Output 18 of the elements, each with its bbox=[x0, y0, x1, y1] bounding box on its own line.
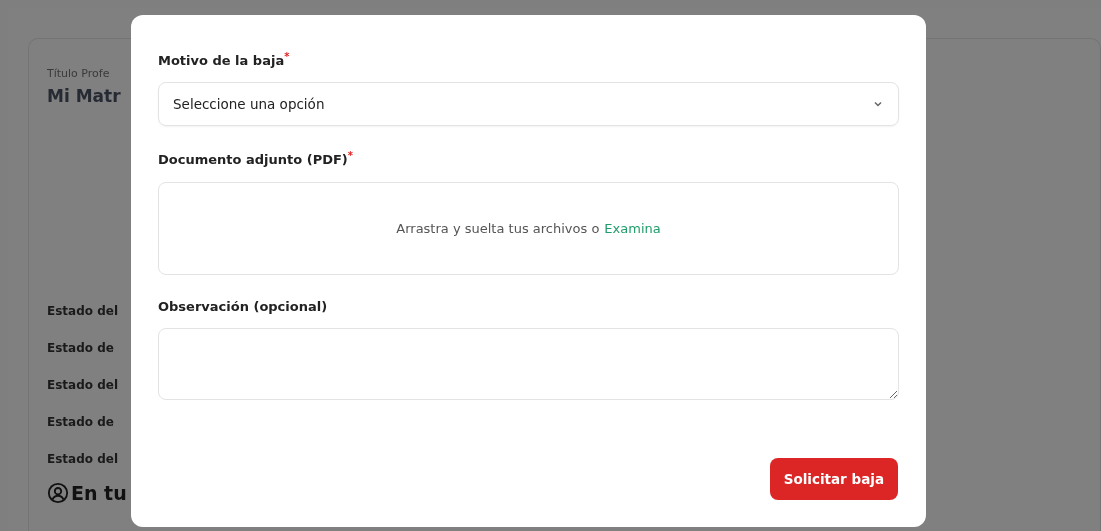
file-dropzone[interactable]: Arrastra y suelta tus archivos o Examina bbox=[158, 181, 899, 275]
field-label: Documento adjunto (PDF)$^{*}$ bbox=[158, 150, 353, 168]
status-label: Estado del bbox=[47, 377, 119, 394]
card-title: Mi Matr bbox=[47, 86, 121, 106]
card-subtitle: Título Profe bbox=[47, 67, 110, 80]
field-label: Observación (opcional) bbox=[158, 298, 328, 314]
field-label: Motivo de la baja$^{*}$ bbox=[158, 51, 290, 69]
status-label: Estado del bbox=[47, 303, 119, 320]
status-label: Estado de bbox=[47, 340, 114, 357]
status-label: Estado del bbox=[47, 451, 119, 468]
observation-field[interactable] bbox=[158, 327, 899, 400]
dropzone-hint: Arrastra y suelta tus archivos o bbox=[396, 220, 600, 236]
select-field[interactable]: Seleccione una opción bbox=[158, 82, 899, 127]
status-label: Estado de bbox=[47, 414, 114, 431]
section-heading: En tu bbox=[71, 482, 127, 504]
browse-link[interactable]: Examina bbox=[604, 220, 661, 236]
submit-button[interactable]: Solicitar baja bbox=[769, 458, 898, 500]
user-circle-icon bbox=[47, 482, 69, 504]
